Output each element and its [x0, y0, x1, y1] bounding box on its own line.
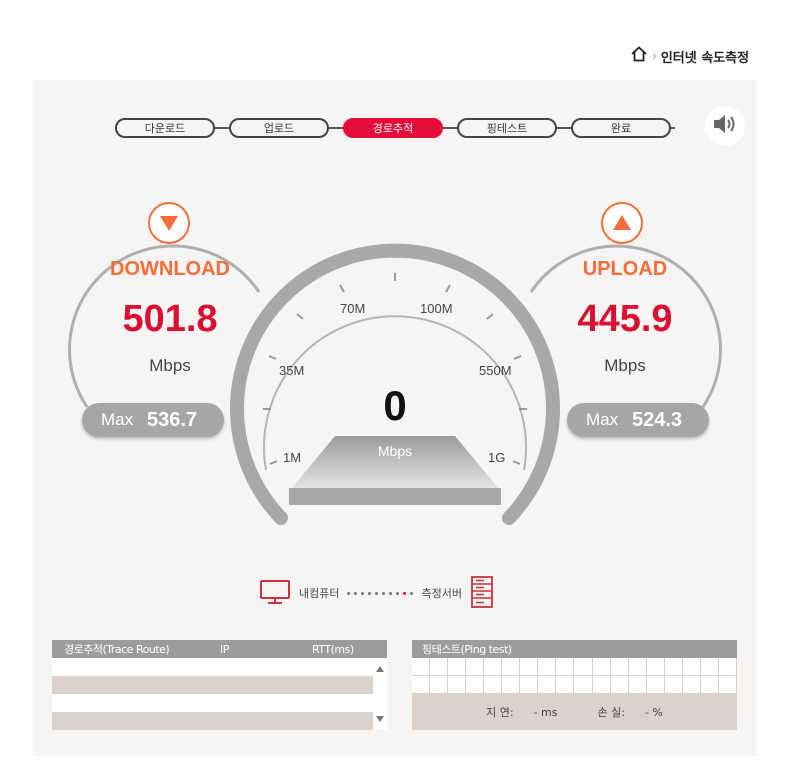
gauge-tick-label: 1G	[488, 450, 506, 465]
table-row	[52, 676, 373, 694]
ping-test-title: 핑테스트(Ping test)	[422, 643, 512, 656]
upload-label: UPLOAD	[582, 258, 668, 280]
home-icon[interactable]	[630, 45, 648, 67]
my-computer-label: 내컴퓨터	[299, 587, 340, 600]
download-max-value: 536.7	[147, 408, 198, 431]
scroll-up-icon[interactable]	[376, 666, 384, 672]
table-row	[52, 694, 373, 712]
latency-label: 지 연:	[486, 706, 514, 719]
server-label: 측정서버	[421, 587, 462, 600]
download-label: DOWNLOAD	[110, 258, 230, 280]
col-trace-route: 경로추적(Trace Route)	[64, 643, 170, 656]
col-ip: IP	[220, 642, 229, 656]
route-dots	[347, 591, 414, 595]
scroll-down-icon[interactable]	[376, 716, 384, 722]
route-dot	[354, 591, 358, 595]
route-dot	[375, 591, 379, 595]
route-dot	[396, 591, 400, 595]
route-dot	[410, 591, 414, 595]
download-unit: Mbps	[149, 356, 191, 375]
speed-test-panel: 다운로드 업로드 경로추적 핑테스트 완료 DOWNLOAD 501.8 Mbp…	[33, 80, 757, 756]
route-dot	[347, 591, 351, 595]
trace-route-rows	[52, 658, 373, 730]
download-max-label: Max	[101, 410, 134, 429]
breadcrumb: › 인터넷 속도측정	[630, 45, 749, 67]
col-rtt: RTT(ms)	[312, 642, 354, 656]
speed-test-page: › 인터넷 속도측정 다운로드 업로드 경로추적 핑테스트 완료 DOWNLOA…	[0, 0, 802, 770]
latency-value: - ms	[533, 705, 558, 719]
route-path: 내컴퓨터 측정서버	[259, 575, 494, 611]
route-dot-active	[403, 591, 407, 595]
breadcrumb-current: 인터넷 속도측정	[660, 50, 750, 66]
breadcrumb-separator: ›	[652, 49, 657, 63]
upload-max-box: Max 524.3	[567, 403, 709, 437]
route-dot	[382, 591, 386, 595]
loss-label: 손 실:	[597, 706, 625, 719]
gauge-tick-label: 100M	[420, 301, 453, 316]
ping-summary: 지 연: - ms 손 실: - %	[412, 694, 737, 730]
ping-test-table: 핑테스트(Ping test) 지 연: - ms 손 실: - %	[412, 640, 737, 730]
trace-route-table: 경로추적(Trace Route) IP RTT(ms)	[52, 640, 387, 730]
computer-icon	[259, 579, 291, 608]
trace-route-scrollbar[interactable]	[373, 658, 387, 730]
gauge-tick-label: 35M	[279, 363, 305, 378]
current-speed-value: 0	[383, 382, 407, 429]
gauge-tick-label: 550M	[479, 363, 512, 378]
route-dot	[361, 591, 365, 595]
upload-max-label: Max	[586, 410, 619, 429]
upload-value: 445.9	[577, 298, 673, 340]
download-max-box: Max 536.7	[82, 403, 224, 437]
route-dot	[368, 591, 372, 595]
ping-test-header: 핑테스트(Ping test)	[412, 640, 737, 658]
server-icon	[470, 575, 494, 612]
upload-unit: Mbps	[604, 356, 646, 375]
table-row	[52, 712, 373, 730]
gauge-tick-label: 1M	[283, 450, 302, 465]
gauge-base-bar	[289, 488, 501, 505]
trace-route-header: 경로추적(Trace Route) IP RTT(ms)	[52, 640, 387, 658]
upload-max-value: 524.3	[632, 408, 683, 431]
table-row	[52, 658, 373, 676]
download-value: 501.8	[122, 298, 218, 340]
gauge-tick-label: 70M	[340, 301, 366, 316]
ping-grid	[412, 658, 737, 694]
loss-value: - %	[644, 705, 663, 719]
current-speed-unit: Mbps	[377, 443, 413, 459]
route-dot	[389, 591, 393, 595]
